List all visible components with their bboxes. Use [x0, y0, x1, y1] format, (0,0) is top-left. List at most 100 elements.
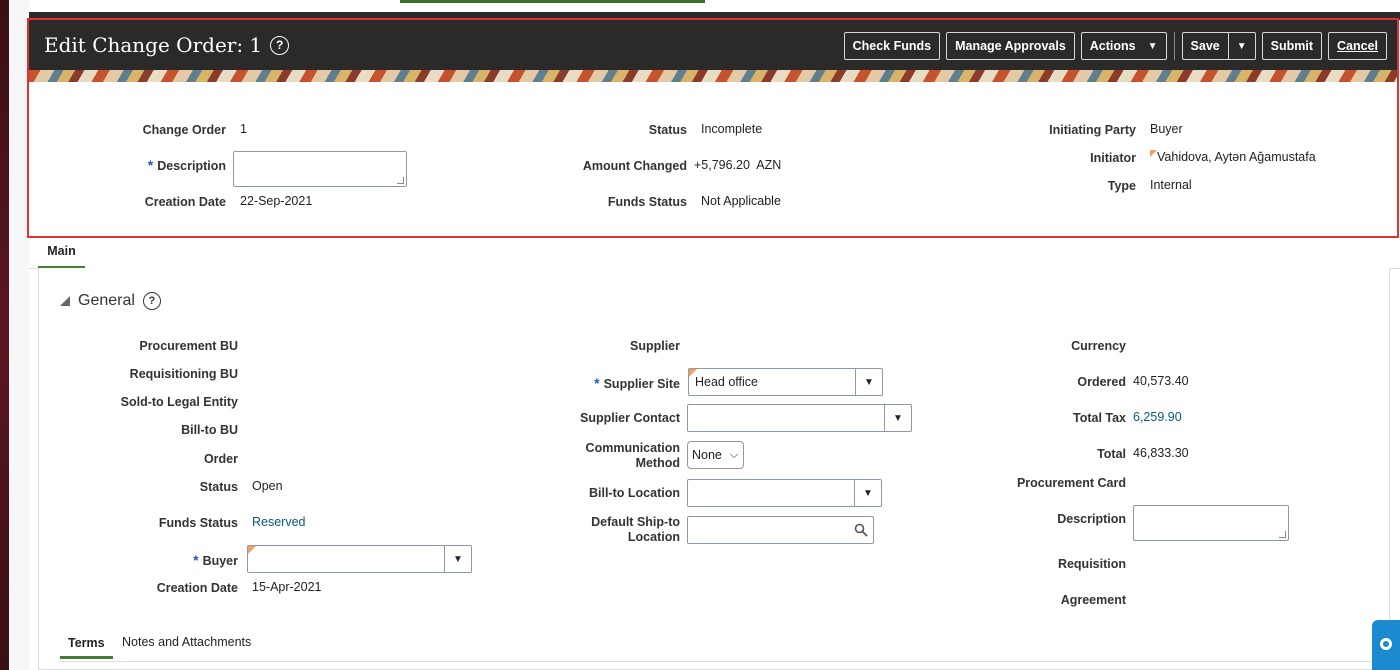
initiator-value[interactable]: Vahidova, Aytən Ağamustafa — [1150, 150, 1316, 164]
flag-marker-icon — [689, 369, 697, 377]
page-title: Edit Change Order: 1 ? — [44, 33, 290, 57]
search-icon[interactable] — [849, 523, 873, 537]
creation-date-value: 22-Sep-2021 — [240, 194, 313, 208]
amount-currency: AZN — [756, 158, 782, 172]
supplier-site-input[interactable]: Head office — [689, 375, 855, 389]
toolbar-separator — [1173, 32, 1175, 60]
supplier-contact-label: Supplier Contact — [579, 411, 680, 425]
save-menu-caret-icon[interactable]: ▼ — [1229, 33, 1255, 59]
funds-status-value: Not Applicable — [701, 194, 781, 208]
tab-terms[interactable]: Terms — [60, 634, 113, 659]
cancel-button[interactable]: Cancel — [1328, 32, 1387, 60]
ship-to-label-line2: Location — [627, 530, 680, 544]
supplier-site-label-text: Supplier Site — [603, 377, 680, 391]
initiator-label: Initiator — [1090, 151, 1136, 165]
status-value: Open — [252, 479, 283, 493]
supplier-site-label: * Supplier Site — [594, 375, 680, 391]
general-section-header[interactable]: General ? — [60, 292, 161, 310]
type-label: Type — [1107, 179, 1136, 193]
supplier-contact-combobox[interactable]: ▼ — [687, 404, 912, 432]
top-strip — [29, 12, 1400, 20]
flag-marker-icon — [1150, 150, 1157, 157]
main-panel — [38, 268, 1390, 670]
type-value: Internal — [1150, 178, 1192, 192]
window-gutter — [9, 0, 29, 670]
procurement-bu-label: Procurement BU — [139, 339, 238, 353]
general-description-textarea[interactable] — [1133, 505, 1289, 541]
save-button[interactable]: Save — [1183, 33, 1228, 59]
collapse-triangle-icon — [60, 296, 70, 306]
total-tax-link[interactable]: 6,259.90 — [1133, 410, 1182, 424]
communication-method-select[interactable]: None ⌵ — [687, 441, 744, 469]
actions-menu-button[interactable]: Actions ▼ — [1080, 32, 1167, 60]
header-toolbar: Check Funds Manage Approvals Actions ▼ S… — [843, 32, 1387, 60]
requisitioning-bu-label: Requisitioning BU — [129, 367, 238, 381]
status-label: Status — [199, 480, 238, 494]
bill-to-location-combobox[interactable]: ▼ — [687, 479, 882, 507]
submit-button[interactable]: Submit — [1261, 32, 1322, 60]
required-icon: * — [193, 552, 199, 568]
dropdown-arrow-icon[interactable]: ▼ — [854, 480, 881, 506]
amount-changed-value: +5,796.20 AZN — [694, 158, 781, 172]
save-split-button: Save ▼ — [1181, 32, 1256, 60]
check-funds-button[interactable]: Check Funds — [843, 32, 941, 60]
communication-method-value: None — [692, 448, 722, 462]
order-label: Order — [203, 452, 238, 466]
buyer-label-text: Buyer — [202, 554, 238, 568]
tab-notes-and-attachments[interactable]: Notes and Attachments — [122, 634, 251, 649]
help-icon[interactable]: ? — [142, 292, 161, 310]
required-icon: * — [594, 375, 600, 391]
ordered-value: 40,573.40 — [1133, 374, 1189, 388]
ship-to-location-search[interactable] — [687, 516, 874, 544]
description-label-text: Description — [157, 159, 226, 173]
creation-date-label: Creation Date — [156, 581, 238, 595]
required-icon: * — [147, 157, 154, 173]
general-title: General — [78, 292, 135, 309]
description-label: Description — [1057, 512, 1126, 526]
creation-date-value: 15-Apr-2021 — [252, 580, 322, 594]
communication-method-label: Communication Method — [586, 441, 680, 471]
assistant-launcher-button[interactable] — [1372, 620, 1400, 670]
change-order-value: 1 — [240, 122, 247, 136]
description-label: * Description — [148, 157, 226, 173]
supplier-site-combobox[interactable]: Head office ▼ — [688, 368, 883, 396]
description-textarea[interactable] — [233, 151, 407, 187]
change-order-label: Change Order — [142, 123, 226, 137]
chevron-down-icon: ⌵ — [729, 448, 739, 461]
tab-main[interactable]: Main — [38, 242, 85, 269]
sold-to-legal-entity-label: Sold-to Legal Entity — [120, 395, 238, 409]
help-icon[interactable]: ? — [270, 35, 290, 55]
dropdown-arrow-icon[interactable]: ▼ — [444, 546, 471, 572]
creation-date-label: Creation Date — [144, 195, 226, 209]
agreement-label: Agreement — [1060, 593, 1126, 607]
procurement-card-label: Procurement Card — [1016, 476, 1126, 490]
amount-changed-label: Amount Changed — [582, 159, 687, 173]
decorative-banner — [29, 70, 1397, 82]
funds-status-link[interactable]: Reserved — [252, 515, 306, 529]
initiating-party-value: Buyer — [1150, 122, 1183, 136]
buyer-label: * Buyer — [193, 552, 238, 568]
status-value: Incomplete — [701, 122, 763, 136]
bill-to-location-label: Bill-to Location — [589, 486, 680, 500]
communication-method-label-line1: Communication — [585, 441, 680, 455]
funds-status-label: Funds Status — [607, 195, 687, 209]
total-label: Total — [1097, 447, 1126, 461]
submit-label: Submit — [1270, 39, 1313, 53]
page-header: Edit Change Order: 1 ? Check Funds Manag… — [29, 20, 1397, 70]
manage-approvals-button[interactable]: Manage Approvals — [946, 32, 1075, 60]
initiator-name: Vahidova, Aytən Ağamustafa — [1157, 150, 1316, 164]
funds-status-label: Funds Status — [158, 516, 238, 530]
bill-to-bu-label: Bill-to BU — [181, 423, 238, 437]
total-tax-label: Total Tax — [1072, 411, 1126, 425]
page-title-text: Edit Change Order: 1 — [44, 33, 263, 57]
actions-label: Actions — [1089, 39, 1136, 53]
dropdown-arrow-icon[interactable]: ▼ — [884, 405, 911, 431]
window-edge — [0, 0, 9, 670]
dropdown-arrow-icon[interactable]: ▼ — [855, 369, 882, 395]
ordered-label: Ordered — [1077, 375, 1126, 389]
status-label: Status — [648, 123, 687, 137]
initiating-party-label: Initiating Party — [1049, 123, 1136, 137]
flag-marker-icon — [248, 546, 256, 554]
buyer-combobox[interactable]: ▼ — [247, 545, 472, 573]
amount-changed-number: +5,796.20 — [694, 158, 750, 172]
